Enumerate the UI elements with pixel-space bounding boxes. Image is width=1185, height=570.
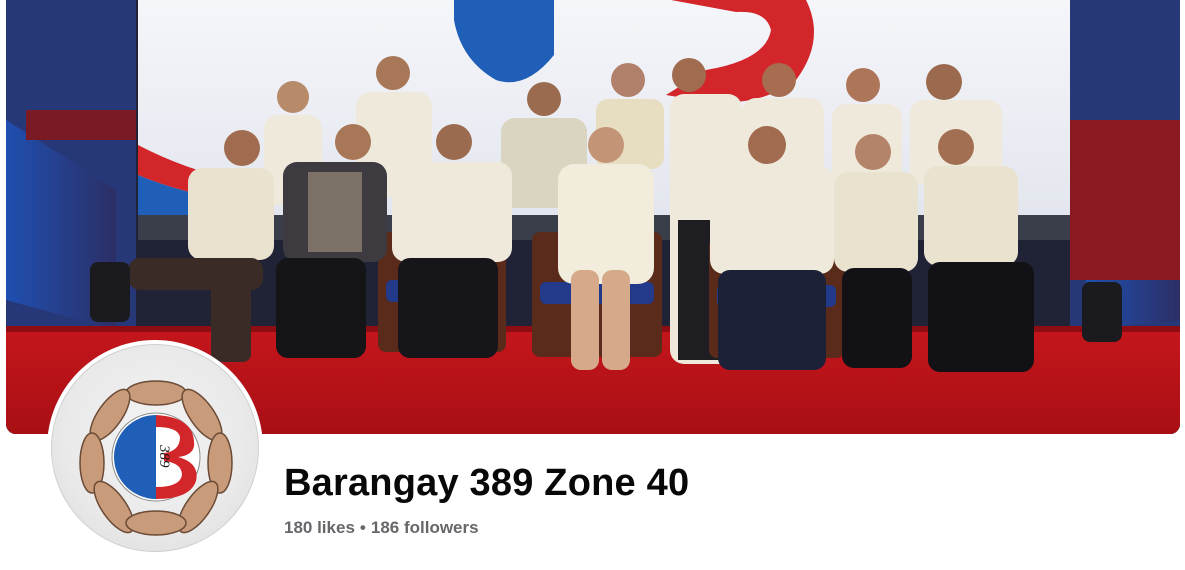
followers-link[interactable]: 186 followers <box>371 518 479 537</box>
likes-link[interactable]: 180 likes <box>284 518 355 537</box>
page-header: 389 Barangay 389 Zone 40 180 likes • 186 f… <box>0 0 1185 570</box>
page-title: Barangay 389 Zone 40 <box>284 462 690 504</box>
profile-picture[interactable]: 389 <box>47 340 263 556</box>
stats-separator: • <box>359 518 366 537</box>
svg-text:389: 389 <box>156 444 172 468</box>
barangay-logo-icon: 389 <box>51 344 259 552</box>
page-stats: 180 likes • 186 followers <box>284 518 479 538</box>
